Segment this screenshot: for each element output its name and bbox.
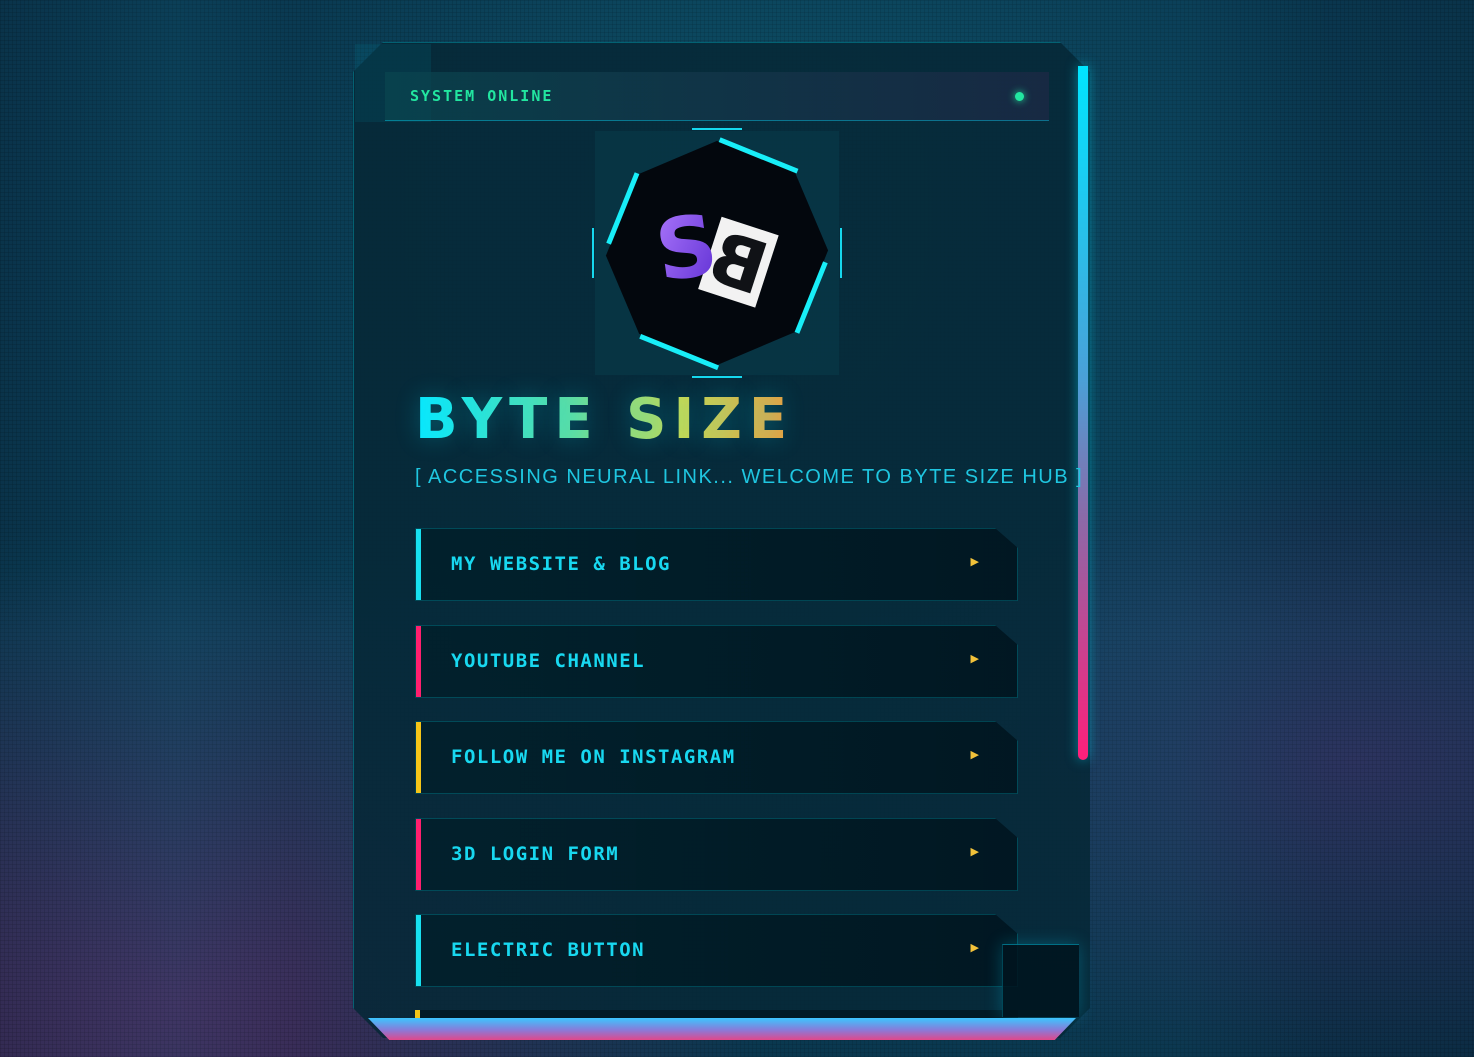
play-arrow-icon: ▶	[970, 555, 979, 568]
link-label: FOLLOW ME ON INSTAGRAM	[451, 746, 736, 768]
link-accent-bar	[416, 626, 421, 697]
online-dot-icon	[1015, 92, 1024, 101]
logo-octagon: B S	[605, 137, 829, 371]
panel-corner-bottom-right	[1002, 944, 1079, 1017]
panel-bottom-glow-bar	[368, 1018, 1076, 1040]
page-subtitle: [ ACCESSING NEURAL LINK... WELCOME TO BY…	[415, 466, 1084, 488]
status-bar: SYSTEM ONLINE	[385, 72, 1049, 121]
logo-tick-top	[692, 128, 742, 130]
link-accent-bar	[416, 915, 421, 986]
status-text: SYSTEM ONLINE	[410, 87, 554, 105]
link-label: 3D LOGIN FORM	[451, 843, 620, 865]
link-label: MY WEBSITE & BLOG	[451, 553, 671, 575]
panel-scroll-rail[interactable]	[1078, 66, 1088, 760]
logo-tick-bottom	[692, 376, 742, 378]
page-title: BYTE SIZE	[415, 387, 795, 452]
link-accent-bar	[416, 529, 421, 600]
logo-tick-left	[592, 228, 594, 278]
link-accent-bar	[416, 722, 421, 793]
link-accent-bar	[416, 819, 421, 890]
logo-tick-right	[840, 228, 842, 278]
link-next-partial[interactable]	[415, 1010, 1018, 1018]
link-label: YOUTUBE CHANNEL	[451, 650, 646, 672]
logo: B S	[595, 131, 839, 375]
play-arrow-icon: ▶	[970, 748, 979, 761]
link-instagram[interactable]: FOLLOW ME ON INSTAGRAM ▶	[415, 721, 1018, 794]
play-arrow-icon: ▶	[970, 652, 979, 665]
play-arrow-icon: ▶	[970, 845, 979, 858]
link-label: ELECTRIC BUTTON	[451, 939, 646, 961]
link-youtube-channel[interactable]: YOUTUBE CHANNEL ▶	[415, 625, 1018, 698]
link-website-blog[interactable]: MY WEBSITE & BLOG ▶	[415, 528, 1018, 601]
play-arrow-icon: ▶	[970, 941, 979, 954]
link-3d-login-form[interactable]: 3D LOGIN FORM ▶	[415, 818, 1018, 891]
link-electric-button[interactable]: ELECTRIC BUTTON ▶	[415, 914, 1018, 987]
